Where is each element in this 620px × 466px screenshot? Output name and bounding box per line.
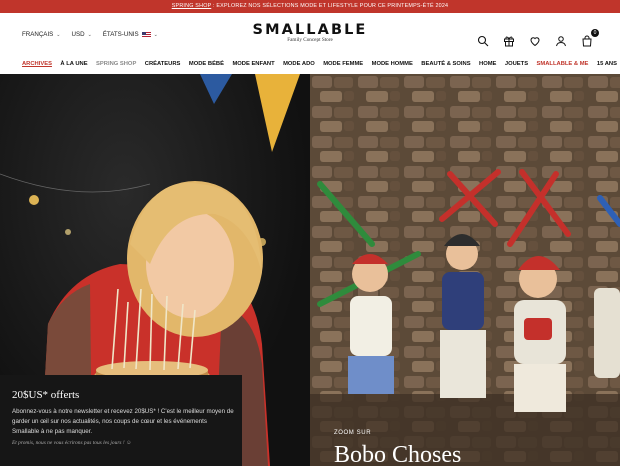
site-header: FRANÇAIS ⌄ USD ⌄ ÉTATS-UNIS ⌄ SMALLABLE Fam… [0, 13, 620, 53]
hero-title: Bobo Choses [334, 442, 462, 466]
nav-item-smallable-me[interactable]: SMALLABLE & ME [537, 61, 589, 67]
hero-image-right[interactable] [310, 74, 620, 466]
nav-item-a-la-une[interactable]: À LA UNE [60, 61, 87, 67]
hero-image-left[interactable]: 20$US* offerts Abonnez-vous à notre news… [0, 74, 310, 466]
nav-item-spring-shop[interactable]: SPRING SHOP [96, 61, 136, 67]
nav-item-mode-enfant[interactable]: MODE ENFANT [232, 61, 274, 67]
search-icon[interactable] [477, 35, 489, 47]
cart-count-badge: 0 [591, 29, 599, 37]
hero-banner: 20$US* offerts Abonnez-vous à notre news… [0, 74, 620, 466]
header-actions: 0 [477, 29, 599, 47]
promo-text: : EXPLOREZ NOS SÉLECTIONS MODE ET LIFEST… [211, 3, 449, 9]
promo-banner[interactable]: SPRING SHOP : EXPLOREZ NOS SÉLECTIONS MO… [0, 0, 620, 13]
user-icon[interactable] [555, 35, 567, 47]
nav-item-home[interactable]: HOME [479, 61, 496, 67]
newsletter-popup[interactable]: 20$US* offerts Abonnez-vous à notre news… [0, 375, 242, 466]
popup-title: 20$US* offerts [12, 389, 80, 401]
popup-fineprint: Et promis, nous ne vous écrirons pas tou… [12, 440, 132, 446]
nav-item-mode-femme[interactable]: MODE FEMME [323, 61, 363, 67]
heart-icon[interactable] [529, 35, 541, 47]
nav-item-mode-bebe[interactable]: MODE BÉBÉ [189, 61, 224, 67]
cart-button[interactable]: 0 [581, 29, 599, 47]
nav-item-mode-ado[interactable]: MODE ADO [283, 61, 315, 67]
kids-playing-image [310, 74, 620, 466]
nav-item-createurs[interactable]: CRÉATEURS [145, 61, 181, 67]
promo-link[interactable]: SPRING SHOP [172, 3, 212, 9]
popup-text: Abonnez-vous à notre newsletter et recev… [12, 408, 234, 435]
gift-icon[interactable] [503, 35, 515, 47]
nav-item-beaute-soins[interactable]: BEAUTÉ & SOINS [421, 61, 470, 67]
hero-caption[interactable]: ZOOM SUR Bobo Choses [334, 430, 461, 466]
hero-kicker: ZOOM SUR [334, 430, 372, 436]
nav-item-archives[interactable]: ARCHIVES [22, 61, 52, 67]
nav-item-mode-homme[interactable]: MODE HOMME [372, 61, 413, 67]
bag-icon [582, 35, 592, 47]
main-nav: ARCHIVES À LA UNE SPRING SHOP CRÉATEURS … [0, 53, 620, 74]
nav-item-15-ans[interactable]: 15 ANS [597, 61, 617, 67]
nav-item-jouets[interactable]: JOUETS [505, 61, 528, 67]
